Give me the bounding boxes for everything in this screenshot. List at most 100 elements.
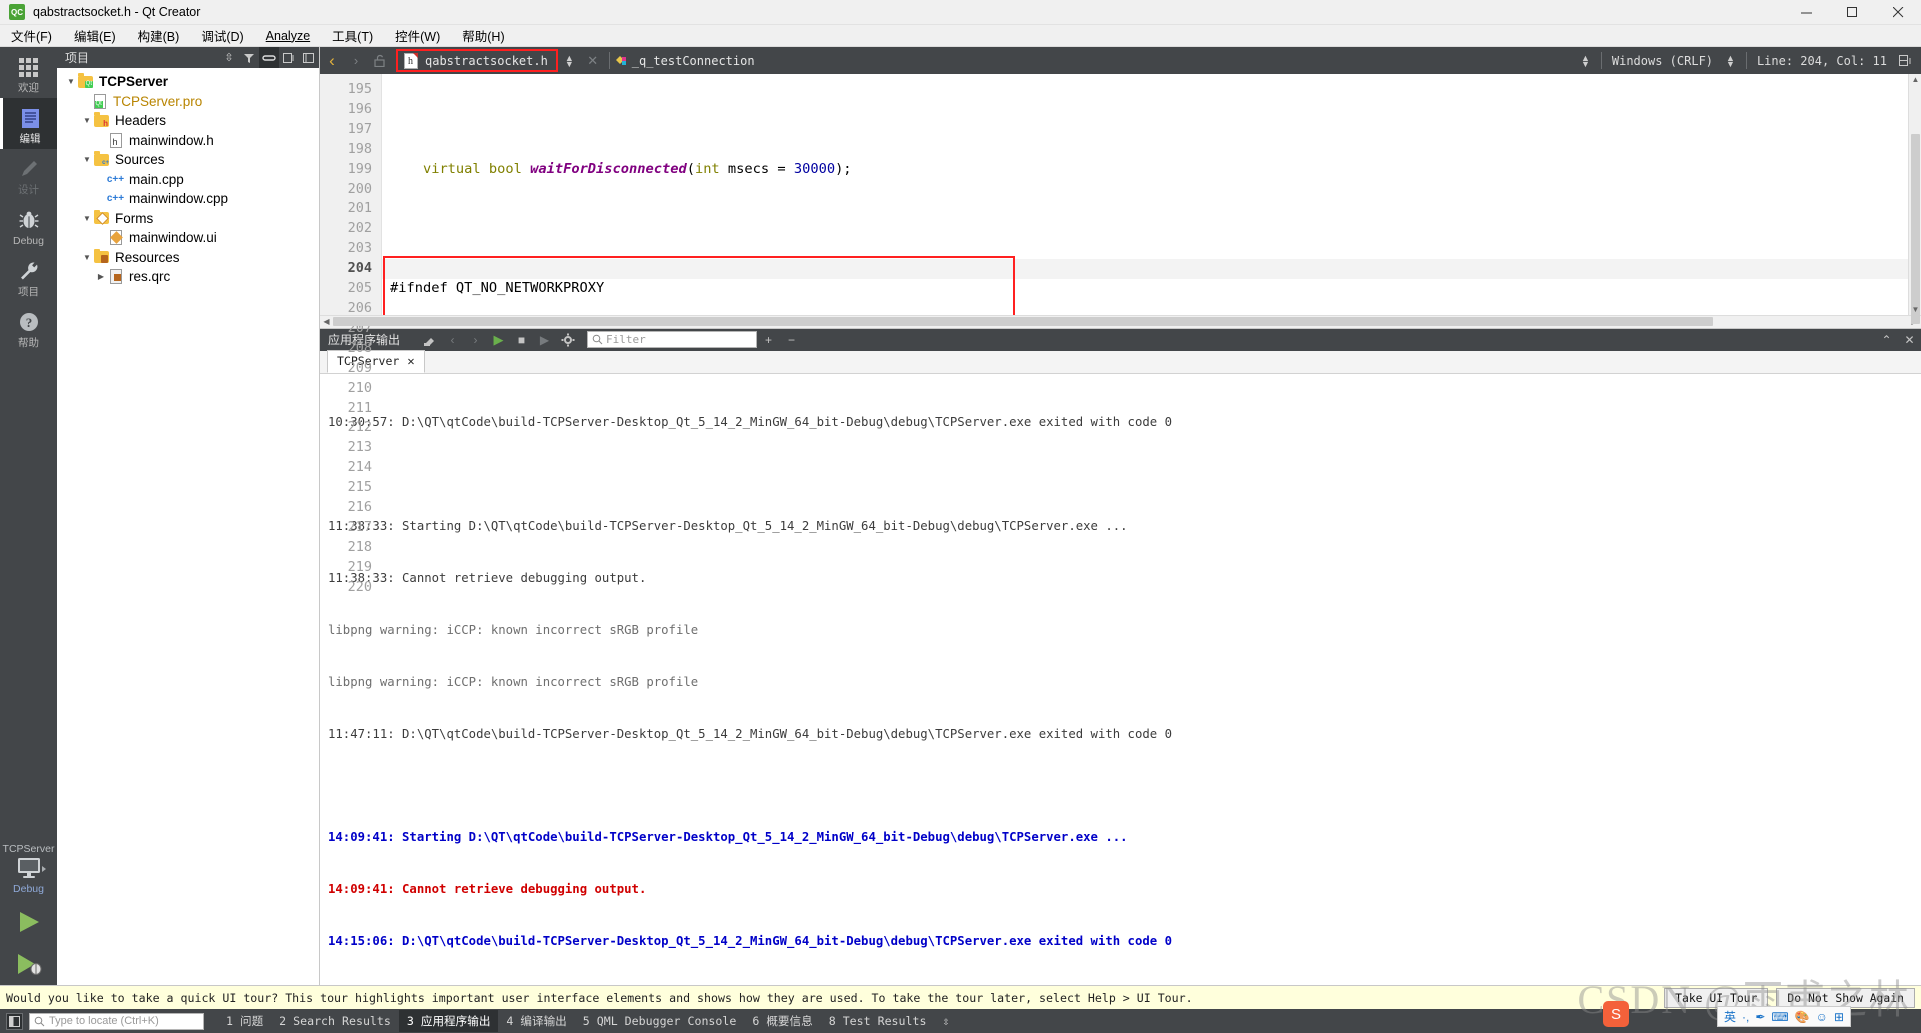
maximize-button[interactable] (1829, 0, 1875, 25)
ime-punctuation-icon[interactable]: ·, (1742, 1010, 1749, 1024)
maximize-output-icon[interactable]: ⌃ (1875, 329, 1898, 351)
output-filter-input[interactable]: Filter (587, 331, 758, 349)
chevron-down-icon[interactable]: ▼ (81, 214, 93, 223)
close-document-icon[interactable]: ✕ (581, 47, 605, 74)
ime-lang-icon[interactable]: 英 (1724, 1008, 1736, 1025)
line-ending-selector[interactable]: Windows (CRLF) (1606, 54, 1719, 68)
close-button[interactable] (1875, 0, 1921, 25)
menu-edit[interactable]: 编辑(E) (63, 24, 127, 47)
tree-row-tcpserver[interactable]: ▼ TCPServer (57, 72, 319, 92)
menu-build[interactable]: 构建(B) (127, 24, 191, 47)
current-symbol[interactable]: _q_testConnection (632, 54, 755, 68)
mode-debug[interactable]: Debug (0, 200, 57, 251)
mode-design[interactable]: 设计 (0, 149, 57, 200)
status-pane-application-output[interactable]: 3 应用程序输出 (398, 1010, 499, 1032)
do-not-show-again-button[interactable]: Do Not Show Again (1776, 987, 1915, 1008)
chevron-down-icon[interactable]: ▼ (81, 116, 93, 125)
ime-toolbar[interactable]: 英 ·, ✒ ⌨ 🎨 ☺ ⊞ (1716, 1006, 1851, 1027)
code-text[interactable]: virtual bool waitForDisconnected(int mse… (382, 74, 1908, 315)
settings-gear-icon[interactable] (556, 329, 579, 351)
tree-row-pro[interactable]: TCPServer.pro (57, 92, 319, 112)
symbol-chevron-updown-icon[interactable]: ▲ ▼ (1581, 53, 1590, 68)
ime-skin-icon[interactable]: 🎨 (1795, 1010, 1810, 1024)
zoom-in-button[interactable]: + (757, 329, 780, 351)
clear-icon[interactable] (418, 329, 441, 351)
ime-handwriting-icon[interactable]: ✒ (1755, 1010, 1765, 1024)
filter-icon[interactable] (239, 47, 259, 68)
tree-row-main-cpp[interactable]: c++ main.cpp (57, 170, 319, 190)
run-button[interactable] (13, 901, 45, 943)
mode-help[interactable]: ? 帮助 (0, 302, 57, 353)
tree-row-headers[interactable]: ▼ Headers (57, 111, 319, 131)
forward-arrow-icon[interactable]: › (344, 47, 368, 74)
close-icon[interactable]: ✕ (407, 354, 414, 368)
scrollbar-track[interactable] (333, 316, 1908, 327)
chevron-updown-icon[interactable]: ⇳ (219, 47, 239, 68)
status-pane-general-messages[interactable]: 6 概要信息 (744, 1010, 820, 1032)
zoom-out-button[interactable]: − (780, 329, 803, 351)
menu-analyze[interactable]: Analyze (255, 27, 321, 45)
stop-icon[interactable]: ■ (510, 329, 533, 351)
mode-welcome[interactable]: 欢迎 (0, 47, 57, 98)
close-output-icon[interactable]: ✕ (1898, 329, 1921, 351)
tree-row-resources[interactable]: ▼ Resources (57, 248, 319, 268)
editor-horizontal-scrollbar[interactable]: ◀ ▶ (320, 314, 1921, 328)
ime-emoji-icon[interactable]: ☺ (1816, 1010, 1828, 1024)
chevron-right-icon[interactable]: ▶ (95, 272, 107, 281)
tree-row-sources[interactable]: ▼ Sources (57, 150, 319, 170)
scroll-up-arrow[interactable]: ▲ (1909, 75, 1921, 84)
attach-debugger-icon[interactable]: ▶ (533, 329, 556, 351)
menu-help[interactable]: 帮助(H) (451, 24, 515, 47)
status-pane-qml-debugger-console[interactable]: 5 QML Debugger Console (575, 1011, 745, 1031)
tree-row-mainwindow-ui[interactable]: mainwindow.ui (57, 228, 319, 248)
next-item-icon[interactable]: › (464, 329, 487, 351)
split-icon[interactable] (279, 47, 299, 68)
tree-row-res-qrc[interactable]: ▶ res.qrc (57, 267, 319, 287)
scrollbar-thumb[interactable] (333, 317, 1713, 327)
tree-row-mainwindow-cpp[interactable]: c++ mainwindow.cpp (57, 189, 319, 209)
chevron-down-icon[interactable]: ▼ (65, 77, 77, 86)
current-document-selector[interactable]: qabstractsocket.h (396, 49, 558, 72)
status-pane-search-results[interactable]: 2 Search Results (271, 1011, 399, 1031)
code-editor[interactable]: 195 196 197 198 199 200 201 202 203 204 … (320, 74, 1921, 595)
chevron-down-icon[interactable]: ▼ (81, 155, 93, 164)
menu-tools[interactable]: 工具(T) (321, 24, 384, 47)
scroll-down-arrow[interactable]: ▼ (1909, 305, 1921, 314)
editor-vertical-scrollbar[interactable]: ▲ ▼ (1908, 74, 1921, 324)
close-panel-icon[interactable] (299, 47, 319, 68)
sidebar-toggle-icon[interactable] (6, 1012, 23, 1030)
mode-edit[interactable]: 编辑 (0, 98, 57, 149)
menu-debug[interactable]: 调试(D) (190, 24, 254, 47)
back-arrow-icon[interactable]: ‹ (320, 47, 344, 74)
output-console[interactable]: 10:30:57: D:\QT\qtCode\build-TCPServer-D… (320, 373, 1921, 985)
menu-file[interactable]: 文件(F) (0, 24, 63, 47)
status-pane-more-chevron-updown-icon[interactable]: ⇳ (934, 1011, 957, 1031)
chevron-down-icon[interactable]: ▼ (81, 253, 93, 262)
scrollbar-thumb[interactable] (1911, 134, 1920, 324)
sync-icon[interactable] (259, 47, 279, 68)
locator-input[interactable]: Type to locate (Ctrl+K) (29, 1012, 204, 1030)
minimize-button[interactable] (1783, 0, 1829, 25)
ime-keyboard-icon[interactable]: ⌨ (1771, 1010, 1788, 1024)
tree-row-mainwindow-h[interactable]: mainwindow.h (57, 131, 319, 151)
unlocked-icon[interactable] (368, 47, 392, 74)
tree-row-forms[interactable]: ▼ Forms (57, 209, 319, 229)
document-list-chevron-updown-icon[interactable]: ▲ ▼ (565, 53, 574, 68)
kit-selector[interactable]: TCPServer Debug (3, 843, 55, 895)
split-editor-icon[interactable] (1893, 47, 1917, 74)
main-area: 欢迎 编辑 设计 Debug 项目 ? 帮助 TCPServer Debug 项… (0, 47, 1921, 985)
project-tree[interactable]: ▼ TCPServer TCPServer.pro ▼ Headers main… (57, 68, 319, 985)
mode-projects[interactable]: 项目 (0, 251, 57, 302)
ime-apps-icon[interactable]: ⊞ (1834, 1010, 1844, 1024)
line-ending-chevron-updown-icon[interactable]: ▲ ▼ (1726, 53, 1735, 68)
run-debug-button[interactable] (13, 943, 45, 985)
prev-item-icon[interactable]: ‹ (441, 329, 464, 351)
menu-window[interactable]: 控件(W) (384, 24, 451, 47)
status-pane-test-results[interactable]: 8 Test Results (821, 1011, 935, 1031)
line-number: 198 (347, 140, 372, 157)
line-number: 220 (347, 578, 372, 595)
run-icon[interactable]: ▶ (487, 329, 510, 351)
status-pane-compile-output[interactable]: 4 编译输出 (498, 1010, 574, 1032)
status-pane-issues[interactable]: 1 问题 (218, 1010, 271, 1032)
take-ui-tour-button[interactable]: Take UI Tour (1664, 987, 1769, 1008)
